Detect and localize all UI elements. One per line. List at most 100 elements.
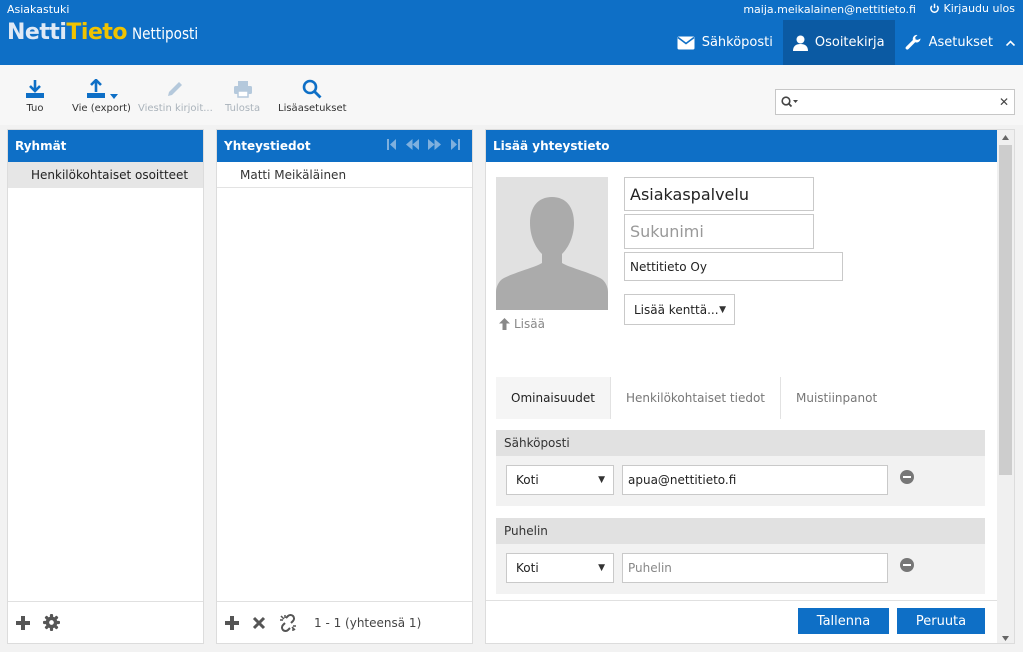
phone-row: Koti ▼ Puhelin	[496, 544, 985, 594]
add-group-icon[interactable]	[15, 615, 31, 631]
phone-type-value: Koti	[516, 561, 539, 575]
tab-personal-info[interactable]: Henkilökohtaiset tiedot	[609, 377, 780, 419]
organization-field[interactable]: Nettitieto Oy	[624, 252, 843, 281]
groups-footer	[8, 601, 203, 643]
print-label: Tulosta	[225, 103, 261, 114]
pager	[387, 139, 460, 150]
gear-icon[interactable]	[43, 614, 60, 631]
caret-down-icon: ▼	[719, 304, 726, 315]
export-button[interactable]: Vie (export)	[72, 79, 131, 114]
logo-netti: Netti	[7, 20, 67, 45]
delete-contact-icon[interactable]	[252, 616, 266, 630]
tab-properties[interactable]: Ominaisuudet	[496, 377, 610, 419]
logo-nettiposti: Nettiposti	[132, 24, 199, 43]
download-icon	[24, 79, 46, 99]
unlink-icon[interactable]	[278, 613, 298, 633]
advanced-search-label: Lisäasetukset	[278, 103, 347, 114]
compose-label: Viestin kirjoit...	[138, 103, 213, 114]
import-button[interactable]: Tuo	[24, 79, 46, 114]
caret-down-icon	[109, 94, 118, 99]
add-photo-label: Lisää	[514, 317, 545, 331]
phone-type-select[interactable]: Koti ▼	[506, 553, 614, 583]
tab-notes[interactable]: Muistiinpanot	[780, 377, 892, 419]
logo-tieto: Tieto	[66, 20, 128, 45]
contacts-count: 1 - 1 (yhteensä 1)	[314, 615, 422, 630]
groups-panel: Ryhmät Henkilökohtaiset osoitteet	[7, 129, 204, 644]
email-type-select[interactable]: Koti ▼	[506, 465, 614, 495]
cancel-button[interactable]: Peruuta	[897, 608, 985, 634]
remove-email-icon[interactable]	[900, 470, 914, 484]
avatar-silhouette-icon	[496, 197, 608, 310]
compose-button[interactable]: Viestin kirjoit...	[138, 79, 213, 114]
first-page-icon[interactable]	[387, 139, 397, 150]
remove-phone-icon[interactable]	[900, 558, 914, 572]
upload-icon	[85, 79, 118, 99]
search-input[interactable]	[804, 91, 994, 113]
nav-mail-label: Sähköposti	[701, 35, 773, 50]
search-options-icon[interactable]	[776, 90, 804, 114]
advanced-search-button[interactable]: Lisäasetukset	[278, 79, 347, 114]
email-section: Sähköposti Koti ▼ apua@nettitieto.fi	[496, 430, 985, 506]
nav-addressbook-label: Osoitekirja	[814, 35, 885, 50]
next-page-icon[interactable]	[428, 139, 441, 150]
user-icon	[792, 35, 808, 51]
scrollbar-thumb[interactable]	[999, 145, 1012, 475]
printer-icon	[233, 79, 253, 99]
nav-mail[interactable]: Sähköposti	[667, 20, 783, 65]
group-item-personal[interactable]: Henkilökohtaiset osoitteet	[8, 162, 203, 188]
contacts-header: Yhteystiedot	[217, 130, 472, 162]
add-field-label: Lisää kenttä...	[634, 302, 719, 317]
save-button[interactable]: Tallenna	[798, 608, 889, 634]
add-contact-icon[interactable]	[224, 615, 240, 631]
editor-footer: Tallenna Peruuta	[486, 600, 998, 643]
clear-search-icon[interactable]: ✕	[994, 95, 1014, 109]
contact-photo	[496, 177, 608, 310]
pencil-icon	[165, 79, 185, 99]
chevron-up-icon	[1006, 39, 1015, 46]
logout-link[interactable]: Kirjaudu ulos	[929, 2, 1015, 15]
contact-item[interactable]: Matti Meikäläinen	[217, 162, 472, 188]
app-header: Asiakastuki maija.meikalainen@nettitieto…	[0, 0, 1023, 65]
contacts-footer: 1 - 1 (yhteensä 1)	[217, 601, 472, 643]
email-type-value: Koti	[516, 473, 539, 487]
add-field-select[interactable]: Lisää kenttä... ▼	[624, 294, 735, 325]
logo: Netti Tieto Nettiposti	[7, 20, 210, 45]
caret-down-icon: ▼	[598, 475, 605, 485]
phone-section-title: Puhelin	[496, 518, 985, 544]
first-name-field[interactable]: Asiakaspalvelu	[624, 177, 814, 211]
import-label: Tuo	[26, 103, 44, 114]
power-icon	[929, 3, 940, 14]
phone-input[interactable]: Puhelin	[622, 553, 888, 583]
export-label: Vie (export)	[72, 103, 131, 114]
envelope-icon	[677, 36, 695, 50]
arrow-up-icon	[499, 318, 510, 330]
nav-settings[interactable]: Asetukset	[895, 20, 1023, 65]
magnifier-icon	[302, 79, 322, 99]
top-navigation: Sähköposti Osoitekirja Asetukset	[667, 20, 1023, 65]
prev-page-icon[interactable]	[406, 139, 419, 150]
scroll-up-icon[interactable]	[997, 130, 1014, 144]
editor-scrollbar[interactable]	[997, 130, 1014, 643]
contacts-panel: Yhteystiedot Matti Meikäläinen 1 - 1 (yh…	[216, 129, 473, 644]
contacts-title: Yhteystiedot	[224, 139, 311, 153]
editor-tabs: Ominaisuudet Henkilökohtaiset tiedot Mui…	[496, 377, 892, 419]
scroll-down-icon[interactable]	[997, 631, 1014, 643]
caret-down-icon: ▼	[598, 563, 605, 573]
contact-editor: Lisää yhteystieto Lisää Asiakaspalvelu S…	[485, 129, 1015, 644]
add-photo-link[interactable]: Lisää	[499, 317, 545, 331]
email-section-title: Sähköposti	[496, 430, 985, 456]
nav-settings-label: Asetukset	[928, 35, 993, 50]
print-button[interactable]: Tulosta	[225, 79, 260, 114]
editor-title: Lisää yhteystieto	[486, 130, 998, 162]
last-page-icon[interactable]	[450, 139, 460, 150]
phone-section: Puhelin Koti ▼ Puhelin	[496, 518, 985, 594]
wrench-icon	[905, 34, 922, 51]
groups-title: Ryhmät	[8, 130, 203, 162]
email-row: Koti ▼ apua@nettitieto.fi	[496, 456, 985, 506]
email-input[interactable]: apua@nettitieto.fi	[622, 465, 888, 495]
support-label: Asiakastuki	[7, 3, 70, 16]
last-name-field[interactable]: Sukunimi	[624, 214, 814, 249]
nav-addressbook[interactable]: Osoitekirja	[782, 20, 895, 65]
quick-search: ✕	[775, 89, 1015, 115]
user-email: maija.meikalainen@nettitieto.fi	[743, 3, 916, 16]
